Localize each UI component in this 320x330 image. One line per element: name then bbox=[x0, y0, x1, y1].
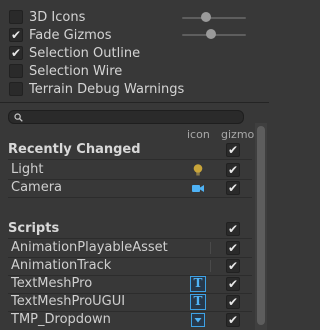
camera-icon[interactable] bbox=[190, 180, 206, 196]
selection-wire-label: Selection Wire bbox=[29, 63, 123, 79]
fade-gizmos-label: Fade Gizmos bbox=[29, 27, 112, 43]
camera-gizmo-checkbox[interactable]: ✔ bbox=[226, 181, 240, 195]
item-name: TextMeshPro bbox=[11, 276, 93, 291]
list-item-tmp-dropdown[interactable]: TMP_Dropdown ✔ bbox=[0, 311, 252, 329]
divider bbox=[8, 197, 252, 198]
option-selection-wire[interactable]: Selection Wire bbox=[9, 62, 122, 80]
3d-icons-checkbox[interactable] bbox=[9, 10, 23, 24]
item-name: Light bbox=[11, 162, 44, 177]
animationplayableasset-gizmo-checkbox[interactable]: ✔ bbox=[226, 241, 240, 255]
icon-size-slider[interactable] bbox=[182, 12, 246, 24]
item-name: AnimationTrack bbox=[11, 258, 112, 273]
item-name: TMP_Dropdown bbox=[11, 312, 111, 327]
selection-outline-checkbox[interactable]: ✔ bbox=[9, 46, 23, 60]
selection-outline-label: Selection Outline bbox=[29, 45, 141, 61]
scripts-toggle-all-checkbox[interactable]: ✔ bbox=[226, 222, 240, 236]
list-item-animationtrack[interactable]: AnimationTrack ✔ bbox=[0, 257, 252, 275]
animationtrack-gizmo-checkbox[interactable]: ✔ bbox=[226, 259, 240, 273]
fade-gizmos-slider[interactable] bbox=[182, 29, 246, 41]
list-item-light[interactable]: Light ✔ bbox=[0, 161, 252, 179]
recently-changed-toggle-all-checkbox[interactable]: ✔ bbox=[226, 143, 240, 157]
vertical-scrollbar[interactable] bbox=[255, 123, 267, 330]
option-fade-gizmos[interactable]: ✔ Fade Gizmos bbox=[9, 26, 112, 44]
option-3d-icons[interactable]: 3D Icons bbox=[9, 8, 85, 26]
column-separator bbox=[210, 242, 211, 254]
light-gizmo-checkbox[interactable]: ✔ bbox=[226, 163, 240, 177]
search-icon bbox=[14, 113, 23, 122]
divider bbox=[8, 159, 252, 160]
list-item-textmeshprougui[interactable]: TextMeshProUGUI T ✔ bbox=[0, 293, 252, 311]
item-name: TextMeshProUGUI bbox=[11, 294, 126, 309]
list-item-textmeshpro[interactable]: TextMeshPro T ✔ bbox=[0, 275, 252, 293]
slider-thumb[interactable] bbox=[201, 12, 211, 22]
slider-thumb[interactable] bbox=[206, 29, 216, 39]
list-item-camera[interactable]: Camera ✔ bbox=[0, 179, 252, 197]
icon-column-header: icon bbox=[187, 128, 210, 141]
textmeshprougui-gizmo-checkbox[interactable]: ✔ bbox=[226, 295, 240, 309]
section-header-recently-changed: Recently Changed bbox=[8, 142, 141, 157]
gizmos-panel: 3D Icons ✔ Fade Gizmos ✔ Selection Outli… bbox=[0, 0, 269, 330]
terrain-debug-warnings-checkbox[interactable] bbox=[9, 82, 23, 96]
terrain-debug-warnings-label: Terrain Debug Warnings bbox=[29, 81, 185, 97]
item-name: AnimationPlayableAsset bbox=[11, 240, 168, 255]
option-terrain-debug-warnings[interactable]: Terrain Debug Warnings bbox=[9, 80, 184, 98]
section-header-scripts: Scripts bbox=[8, 221, 60, 236]
3d-icons-label: 3D Icons bbox=[29, 9, 86, 25]
text-mesh-icon[interactable]: T bbox=[190, 276, 206, 292]
fade-gizmos-checkbox[interactable]: ✔ bbox=[9, 28, 23, 42]
dropdown-icon[interactable] bbox=[190, 312, 206, 328]
textmeshpro-gizmo-checkbox[interactable]: ✔ bbox=[226, 277, 240, 291]
gizmo-column-header: gizmo bbox=[221, 128, 255, 141]
list-item-animationplayableasset[interactable]: AnimationPlayableAsset ✔ bbox=[0, 239, 252, 257]
divider bbox=[0, 102, 269, 103]
search-field[interactable] bbox=[8, 110, 244, 124]
option-selection-outline[interactable]: ✔ Selection Outline bbox=[9, 44, 140, 62]
text-mesh-icon[interactable]: T bbox=[190, 294, 206, 310]
item-name: Camera bbox=[11, 180, 63, 195]
lightbulb-icon[interactable] bbox=[190, 162, 206, 178]
column-separator bbox=[210, 260, 211, 272]
scrollbar-thumb[interactable] bbox=[257, 126, 265, 325]
slider-track bbox=[182, 17, 246, 19]
selection-wire-checkbox[interactable] bbox=[9, 64, 23, 78]
tmp-dropdown-gizmo-checkbox[interactable]: ✔ bbox=[226, 313, 240, 327]
